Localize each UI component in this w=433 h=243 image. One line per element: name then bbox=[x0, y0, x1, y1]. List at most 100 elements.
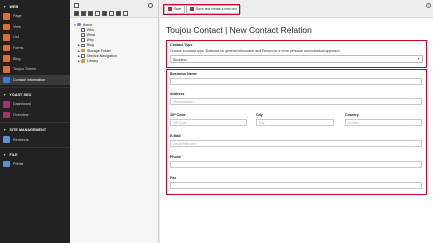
contact-fields-panel: Business Name Address Street address ZIP… bbox=[166, 69, 427, 195]
city-input[interactable]: City bbox=[256, 118, 334, 126]
save-and-new-label: Save and create a new one bbox=[195, 7, 238, 12]
new-page-icon[interactable] bbox=[74, 2, 79, 8]
country-label: Country bbox=[345, 113, 359, 117]
fax-group: Fax bbox=[170, 176, 422, 189]
caret-down-icon: ▼ bbox=[3, 128, 7, 133]
chevron-down-icon: ▼ bbox=[417, 57, 420, 62]
save-new-icon bbox=[190, 7, 194, 12]
module-item[interactable]: Forms bbox=[0, 43, 70, 54]
city-group: City City bbox=[256, 113, 334, 126]
page-icon bbox=[81, 53, 85, 58]
address-input[interactable]: Street address bbox=[170, 97, 422, 105]
module-item[interactable]: List bbox=[0, 32, 70, 43]
tree-node-label: Home bbox=[82, 22, 93, 27]
list-icon bbox=[3, 34, 10, 41]
page-icon bbox=[81, 43, 85, 48]
tree-node[interactable]: ▶ Library bbox=[70, 58, 158, 63]
module-section-header[interactable]: ▼ FILE bbox=[0, 151, 70, 159]
folder-icon bbox=[81, 59, 85, 63]
module-item-label: Forms bbox=[13, 46, 24, 51]
contact-type-select[interactable]: Business ▼ bbox=[170, 55, 423, 63]
refresh-icon[interactable] bbox=[148, 2, 153, 8]
tree-node-label: Who bbox=[86, 27, 94, 32]
contact-type-description: Choose a contact type. Business for gene… bbox=[170, 48, 341, 53]
doktype-page-icon[interactable] bbox=[74, 11, 79, 16]
country-input[interactable]: Country bbox=[345, 118, 422, 126]
zip-label: ZIP Code bbox=[170, 113, 186, 117]
module-section-header[interactable]: ▼ WEB bbox=[0, 3, 70, 11]
doktype-shortcut-icon[interactable] bbox=[88, 11, 93, 16]
doktype-link-icon[interactable] bbox=[81, 11, 86, 16]
module-item[interactable]: Toujou Theme bbox=[0, 64, 70, 75]
business-name-input[interactable] bbox=[170, 77, 422, 85]
business-name-group: Business Name bbox=[170, 72, 422, 85]
save-button[interactable]: Save bbox=[164, 5, 186, 14]
module-section-header[interactable]: ▼ SITE MANAGEMENT bbox=[0, 126, 70, 134]
module-item-label: Toujou Theme bbox=[13, 67, 37, 72]
zip-input[interactable]: ZIP Code bbox=[170, 118, 247, 126]
help-icon[interactable]: ? bbox=[426, 3, 431, 8]
tree-node-label: What bbox=[86, 32, 95, 37]
save-and-new-button[interactable]: Save and create a new one bbox=[186, 5, 242, 14]
phone-input[interactable] bbox=[170, 160, 422, 168]
email-input[interactable]: you@email.com bbox=[170, 139, 422, 147]
module-item[interactable]: Contact Information bbox=[0, 74, 70, 86]
tree-node-label: Library bbox=[87, 58, 98, 63]
blog-icon bbox=[3, 55, 10, 62]
module-item-label: View bbox=[13, 24, 21, 29]
zip-group: ZIP Code ZIP Code bbox=[170, 113, 247, 126]
module-item-label: Dashboard bbox=[13, 102, 32, 107]
module-item[interactable]: Page bbox=[0, 11, 70, 22]
module-item-label: Overview bbox=[13, 113, 29, 118]
fax-input[interactable] bbox=[170, 181, 422, 189]
contact-icon bbox=[3, 76, 10, 84]
content-frame: Save Save and create a new one ? Toujou … bbox=[160, 0, 433, 243]
menu-separator bbox=[0, 146, 70, 148]
phone-label: Phone bbox=[170, 155, 181, 159]
module-item[interactable]: Redirects bbox=[0, 134, 70, 145]
tree-node-label: Why bbox=[86, 38, 94, 43]
page-icon bbox=[81, 33, 85, 37]
doktype-spacer-icon[interactable] bbox=[123, 11, 128, 16]
module-item-label: Filelist bbox=[13, 162, 24, 167]
tree-node-label: Storage Folder bbox=[87, 48, 111, 53]
filter-icon[interactable] bbox=[82, 3, 87, 16]
forms-icon bbox=[3, 44, 10, 52]
module-menu: ▼ WEB Page View List Forms Blog Toujou Theme Con… bbox=[0, 0, 70, 243]
address-group: Address Street address bbox=[170, 92, 422, 105]
city-label: City bbox=[256, 113, 263, 117]
save-label: Save bbox=[173, 7, 182, 12]
redirects-icon bbox=[3, 136, 10, 143]
module-item[interactable]: View bbox=[0, 22, 70, 33]
module-item[interactable]: Blog bbox=[0, 53, 70, 64]
module-section-label: YOAST SEO bbox=[9, 93, 32, 98]
doktype-folder-icon[interactable] bbox=[102, 11, 107, 16]
menu-separator bbox=[0, 87, 70, 89]
module-item-label: Redirects bbox=[13, 137, 29, 142]
business-name-label: Business Name bbox=[170, 72, 197, 76]
page-icon bbox=[81, 27, 85, 32]
theme-icon bbox=[3, 66, 10, 73]
folder-icon bbox=[81, 48, 85, 53]
email-group: E-Mail you@email.com bbox=[170, 134, 422, 147]
overview-icon bbox=[3, 111, 10, 119]
tree-node-label: Service-Navigation bbox=[86, 53, 117, 58]
page-tree-panel: ▼ Home Who What Why ▶ Blog ▶ Storage Folder ▶ Serv… bbox=[70, 0, 159, 243]
module-item[interactable]: Filelist bbox=[0, 159, 70, 170]
caret-down-icon: ▼ bbox=[3, 93, 7, 98]
dashboard-icon bbox=[3, 101, 10, 108]
doktype-recycler-icon[interactable] bbox=[109, 11, 114, 16]
save-button-group: Save Save and create a new one bbox=[164, 5, 242, 14]
module-item[interactable]: Dashboard bbox=[0, 99, 70, 110]
module-item[interactable]: Overview bbox=[0, 110, 70, 121]
phone-group: Phone bbox=[170, 155, 422, 168]
doktype-mountpoint-icon[interactable] bbox=[95, 11, 100, 16]
view-icon bbox=[3, 23, 10, 31]
module-section-header[interactable]: ▼ YOAST SEO bbox=[0, 91, 70, 99]
fax-label: Fax bbox=[170, 176, 177, 180]
module-item-label: Blog bbox=[13, 56, 21, 61]
doktype-menu-icon[interactable] bbox=[116, 11, 121, 16]
tree-list: ▼ Home Who What Why ▶ Blog ▶ Storage Folder ▶ Serv… bbox=[70, 18, 158, 64]
contact-type-panel: Contact Type Choose a contact type. Busi… bbox=[166, 40, 427, 68]
tree-node-label: Blog bbox=[86, 43, 94, 48]
